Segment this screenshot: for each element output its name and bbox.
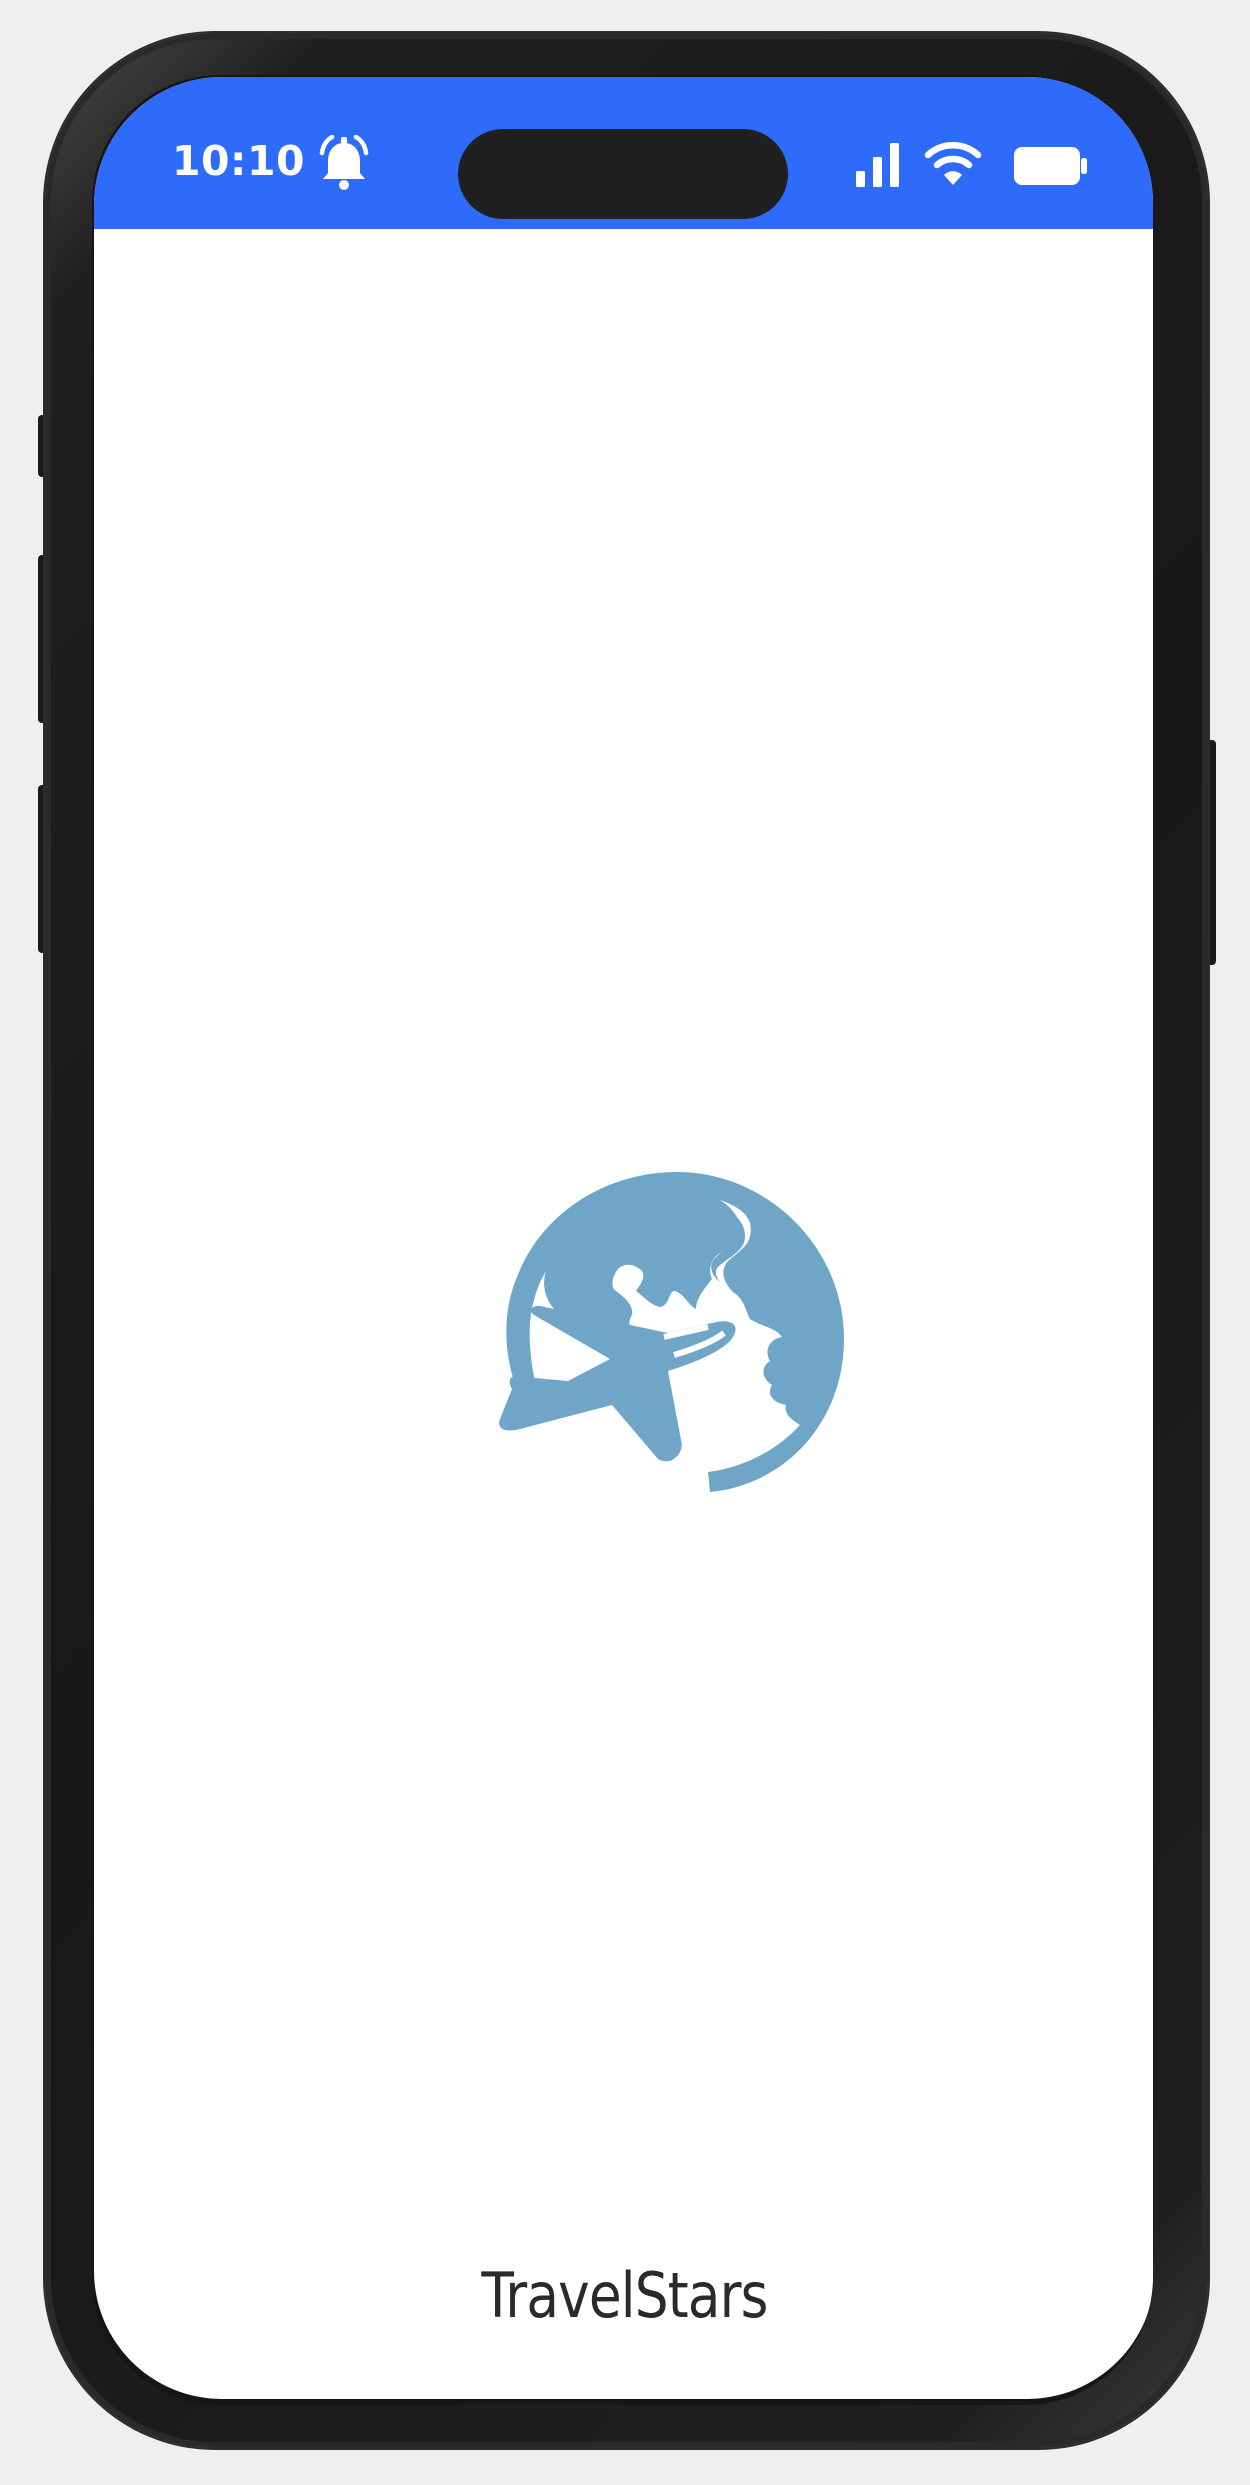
phone-frame: 10:10 TravelStars: [45, 33, 1208, 2448]
app-name: TravelStars: [481, 2259, 768, 2332]
globe-airplane-icon: [499, 1172, 844, 1492]
wifi-icon: [924, 142, 982, 185]
status-time: 10:10: [172, 137, 306, 185]
battery-icon: [1014, 147, 1087, 185]
splash-screen: 10:10 TravelStars: [94, 77, 1153, 2399]
cellular-signal-icon: [856, 143, 899, 187]
dynamic-island: [458, 129, 788, 219]
alarm-icon: [319, 135, 369, 190]
phone-bezel: 10:10 TravelStars: [92, 75, 1153, 2405]
device-mockup: 10:10 TravelStars: [0, 0, 1250, 2485]
status-bar: 10:10: [94, 77, 1153, 229]
